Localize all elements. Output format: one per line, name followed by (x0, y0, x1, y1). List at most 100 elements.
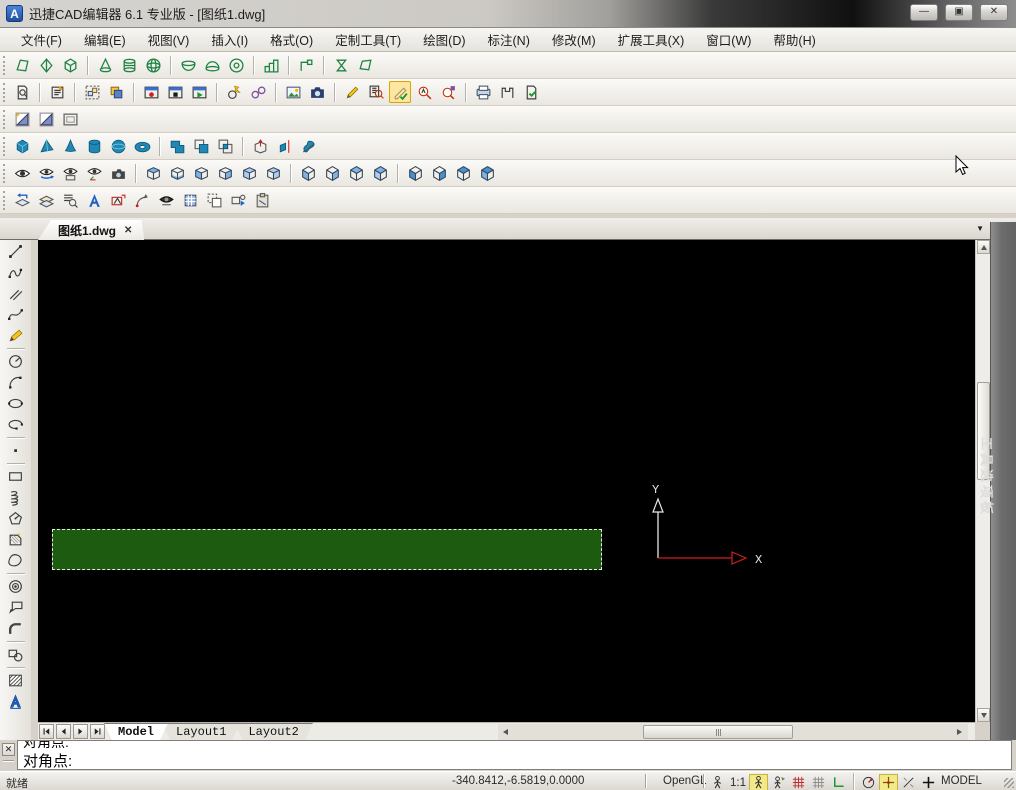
view-back-icon[interactable] (262, 162, 284, 184)
iso-ne-icon[interactable] (345, 162, 367, 184)
layer-off-icon[interactable] (155, 189, 177, 211)
menu-item-5[interactable]: 格式(O) (261, 27, 322, 52)
wipeout-icon[interactable] (4, 644, 27, 665)
ortho-icon[interactable] (829, 774, 848, 790)
boundary-icon[interactable] (4, 529, 27, 550)
solid-sphere-icon[interactable] (107, 135, 129, 157)
polygon-icon[interactable] (4, 508, 27, 529)
layer-manager-icon[interactable] (35, 189, 57, 211)
nav-fly-icon[interactable] (769, 774, 788, 790)
solid-torus-icon[interactable] (131, 135, 153, 157)
play-macro-icon[interactable] (188, 81, 210, 103)
toolbar-grip[interactable] (3, 56, 7, 75)
resize-grip[interactable] (1004, 778, 1014, 788)
view-ucs-icon[interactable] (83, 162, 105, 184)
menu-item-2[interactable]: 编辑(E) (75, 27, 135, 52)
image-insert-icon[interactable] (282, 81, 304, 103)
ellipse-icon[interactable] (4, 393, 27, 414)
verify-doc-icon[interactable] (520, 81, 542, 103)
point-icon[interactable] (4, 440, 27, 461)
rectangle-icon[interactable] (4, 466, 27, 487)
menu-item-12[interactable]: 帮助(H) (764, 27, 824, 52)
text-icon[interactable] (4, 691, 27, 712)
bool-union-icon[interactable] (166, 135, 188, 157)
solid-box-icon[interactable] (11, 135, 33, 157)
surface-hourglass-icon[interactable] (330, 54, 352, 76)
copy-to-layer-icon[interactable] (203, 189, 225, 211)
menu-item-11[interactable]: 窗口(W) (697, 27, 760, 52)
view-right-icon[interactable] (214, 162, 236, 184)
menu-item-10[interactable]: 扩展工具(X) (609, 27, 694, 52)
view-bottom-icon[interactable] (166, 162, 188, 184)
iso2-ne-icon[interactable] (452, 162, 474, 184)
viewport-single-icon[interactable] (59, 108, 81, 130)
iso2-sw-icon[interactable] (404, 162, 426, 184)
layout-tab-2[interactable]: Layout1 (162, 723, 240, 740)
view-eye-icon[interactable] (11, 162, 33, 184)
minimize-button[interactable]: — (910, 4, 938, 21)
horizontal-scrollbar-thumb[interactable] (643, 725, 793, 739)
select-group-icon[interactable] (81, 81, 103, 103)
iso2-se-icon[interactable] (428, 162, 450, 184)
grid-display-icon[interactable] (809, 774, 828, 790)
command-grip[interactable] (3, 760, 14, 762)
match-check-icon[interactable] (389, 81, 411, 103)
line-icon[interactable] (4, 241, 27, 262)
close-button[interactable]: ✕ (980, 4, 1008, 21)
double-line-icon[interactable] (4, 283, 27, 304)
view-camera-icon[interactable] (107, 162, 129, 184)
iso-sw-icon[interactable] (297, 162, 319, 184)
tab-list-dropdown-icon[interactable]: ▼ (976, 224, 984, 233)
document-tab[interactable]: 图纸1.dwg ✕ (38, 220, 144, 240)
text-style-icon[interactable] (83, 189, 105, 211)
iso2-nw-icon[interactable] (476, 162, 498, 184)
surface-edge-icon[interactable] (295, 54, 317, 76)
nav-walk2-icon[interactable] (749, 774, 768, 790)
solid-revolve-icon[interactable] (273, 135, 295, 157)
status-mode-toggle[interactable]: MODEL (941, 775, 982, 787)
surface-pyramid-icon[interactable] (35, 54, 57, 76)
scroll-up-icon[interactable] (977, 240, 990, 254)
surface-dome-icon[interactable] (201, 54, 223, 76)
link-objects-icon[interactable] (247, 81, 269, 103)
stop-macro-icon[interactable] (164, 81, 186, 103)
selected-rectangle[interactable] (52, 529, 602, 570)
surface-cone-icon[interactable] (94, 54, 116, 76)
horizontal-scrollbar[interactable] (498, 724, 968, 740)
toolbar-grip[interactable] (3, 137, 7, 156)
view-front-icon[interactable] (238, 162, 260, 184)
nav-prev-icon[interactable] (56, 724, 71, 739)
screenshot-icon[interactable] (306, 81, 328, 103)
surface-cylinder-icon[interactable] (118, 54, 140, 76)
hatch-icon[interactable] (4, 670, 27, 691)
toolbar-grip[interactable] (3, 191, 7, 210)
bool-subtract-icon[interactable] (190, 135, 212, 157)
menu-item-8[interactable]: 标注(N) (479, 27, 539, 52)
lineweight-icon[interactable] (919, 774, 938, 790)
menu-item-4[interactable]: 插入(I) (202, 27, 257, 52)
menu-item-1[interactable]: 文件(F) (12, 27, 71, 52)
surface-mesh-icon[interactable] (260, 54, 282, 76)
layer-list-icon[interactable] (59, 189, 81, 211)
command-input-area[interactable]: 对角点: 对角点: (17, 740, 1012, 770)
save-block-icon[interactable] (437, 81, 459, 103)
find-replace-icon[interactable] (365, 81, 387, 103)
copy-nested-icon[interactable] (105, 81, 127, 103)
menu-item-6[interactable]: 定制工具(T) (326, 27, 410, 52)
scroll-down-icon[interactable] (977, 708, 990, 722)
layer-previous-icon[interactable] (11, 189, 33, 211)
document-tab-close-icon[interactable]: ✕ (124, 225, 132, 236)
iso-nw-icon[interactable] (369, 162, 391, 184)
solid-extrude-icon[interactable] (249, 135, 271, 157)
view-left-icon[interactable] (190, 162, 212, 184)
surface-torus-icon[interactable] (225, 54, 247, 76)
layout-tab-3[interactable]: Layout2 (234, 723, 312, 740)
surface-sphere-icon[interactable] (142, 54, 164, 76)
edit-attr-icon[interactable] (341, 81, 363, 103)
scroll-left-icon[interactable] (498, 725, 512, 739)
circle-icon[interactable] (4, 351, 27, 372)
solid-wedge-icon[interactable] (35, 135, 57, 157)
plot-stamp-icon[interactable] (496, 81, 518, 103)
surface-bowl-icon[interactable] (177, 54, 199, 76)
menu-item-7[interactable]: 绘图(D) (414, 27, 474, 52)
